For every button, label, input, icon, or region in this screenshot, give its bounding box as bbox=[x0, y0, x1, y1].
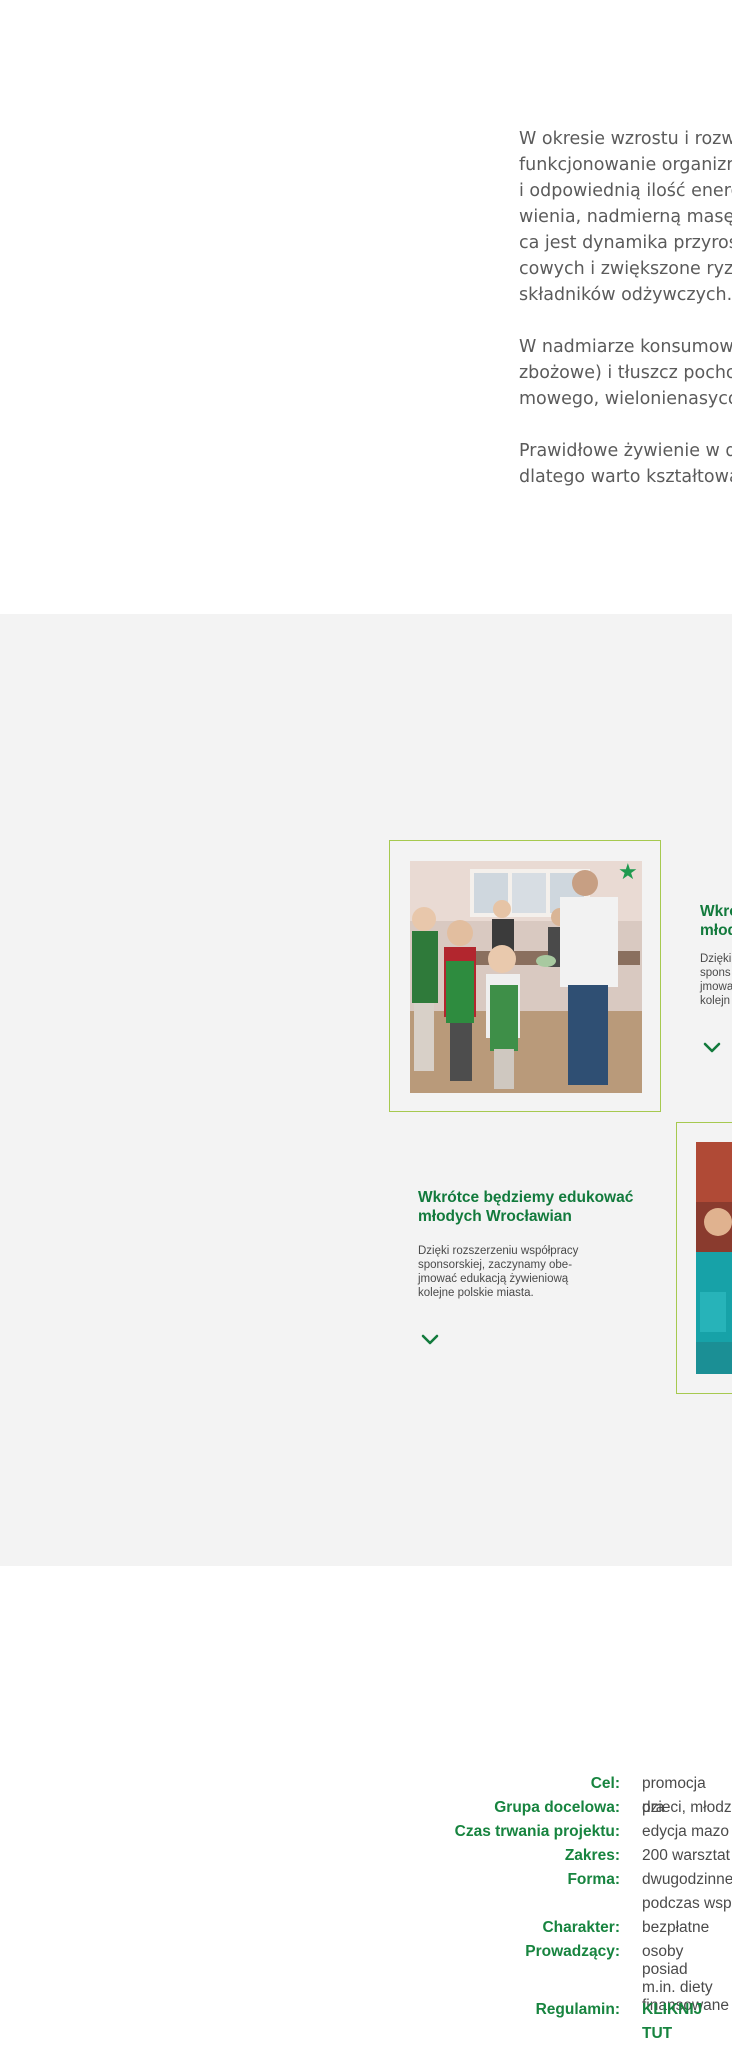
intro-text: W okresie wzrostu i rozw funkcjonowanie … bbox=[519, 126, 732, 516]
card-1-photo[interactable] bbox=[410, 861, 642, 1093]
detail-value: edycja mazo bbox=[642, 1823, 730, 1840]
intro-paragraph-2: W nadmiarze konsumowar zbożowe) i tłuszc… bbox=[519, 337, 732, 409]
detail-label: Grupa docelowa: bbox=[494, 1799, 620, 1816]
detail-row-goal: Cel: promocja pra bbox=[0, 1772, 732, 1816]
detail-label: Czas trwania projektu: bbox=[454, 1823, 620, 1840]
card-1-title: Wkró młod bbox=[700, 903, 732, 939]
card-1-description: Dzięki spons jmowa kolejn bbox=[700, 953, 732, 1007]
detail-value: bezpłatne bbox=[642, 1919, 710, 1936]
intro-paragraph-3: Prawidłowe żywienie w dzi dlatego warto … bbox=[519, 441, 732, 487]
detail-row-scope: Zakres: 200 warsztat bbox=[0, 1844, 732, 1868]
detail-row-form-continued: podczas wsp bbox=[0, 1892, 732, 1916]
detail-value: dwugodzinne bbox=[642, 1871, 732, 1888]
detail-label: Charakter: bbox=[542, 1919, 620, 1936]
card-2-description: Dzięki rozszerzeniu współpracy sponsorsk… bbox=[418, 1245, 579, 1299]
detail-row-form: Forma: dwugodzinne bbox=[0, 1868, 732, 1892]
chevron-down-icon[interactable] bbox=[421, 1334, 439, 1346]
detail-row-hosts: Prowadzący: osoby posiad m.in. diety fin… bbox=[0, 1940, 732, 2014]
detail-label: Forma: bbox=[567, 1871, 620, 1888]
detail-row-character: Charakter: bezpłatne bbox=[0, 1916, 732, 1940]
card-2-title: Wkrótce będziemy edukować młodych Wrocła… bbox=[418, 1189, 634, 1225]
detail-label: Zakres: bbox=[564, 1847, 620, 1864]
regulations-link[interactable]: KLIKNIJ TUT bbox=[642, 1998, 732, 2046]
children-workshop-photo bbox=[410, 861, 642, 1093]
card-2-photo[interactable] bbox=[696, 1142, 732, 1374]
gallery-section: ★ Wkró młod Dzięki spons jmowa kolejn Wk… bbox=[0, 614, 732, 1566]
detail-row-duration: Czas trwania projektu: edycja mazo bbox=[0, 1820, 732, 1844]
project-details-section: Cel: promocja pra Grupa docelowa: dzieci… bbox=[0, 1566, 732, 2056]
chevron-down-icon[interactable] bbox=[703, 1042, 721, 1054]
children-event-photo bbox=[696, 1142, 732, 1374]
intro-section: W okresie wzrostu i rozw funkcjonowanie … bbox=[0, 0, 732, 614]
detail-label: Regulamin: bbox=[535, 2001, 620, 2018]
detail-label: Prowadzący: bbox=[525, 1943, 620, 1960]
intro-paragraph-1: W okresie wzrostu i rozw funkcjonowanie … bbox=[519, 129, 732, 305]
detail-value: podczas wsp bbox=[642, 1895, 732, 1912]
star-icon: ★ bbox=[618, 860, 638, 885]
detail-row-regulations: Regulamin: KLIKNIJ TUT bbox=[0, 1998, 732, 2042]
detail-row-target-group: Grupa docelowa: dzieci, młodz bbox=[0, 1796, 732, 1820]
detail-label: Cel: bbox=[590, 1775, 620, 1792]
detail-value: 200 warsztat bbox=[642, 1847, 730, 1864]
detail-value: dzieci, młodz bbox=[642, 1799, 732, 1816]
